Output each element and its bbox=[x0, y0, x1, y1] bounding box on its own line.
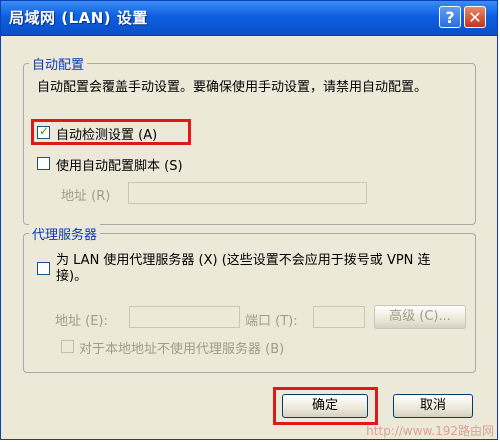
lan-settings-dialog: 局域网 (LAN) 设置 ? ✕ 自动配置 自动配置会覆盖手动设置。要确保使用手… bbox=[0, 0, 498, 440]
watermark-text: http://www.192路由网 bbox=[366, 424, 494, 438]
proxy-port-label: 端口 (T): bbox=[245, 314, 298, 329]
bypass-local-label[interactable]: 对于本地地址不使用代理服务器 (B) bbox=[79, 338, 284, 357]
ok-button[interactable]: 确定 bbox=[282, 394, 368, 418]
proxy-address-input[interactable] bbox=[129, 306, 240, 328]
cancel-button[interactable]: 取消 bbox=[393, 394, 473, 418]
help-icon: ? bbox=[445, 8, 455, 27]
title-bar[interactable]: 局域网 (LAN) 设置 ? ✕ bbox=[1, 1, 497, 36]
bypass-local-checkbox[interactable] bbox=[61, 340, 74, 353]
proxy-address-label: 地址 (E): bbox=[55, 314, 108, 329]
auto-script-label[interactable]: 使用自动配置脚本 (S) bbox=[56, 155, 183, 174]
auto-config-description: 自动配置会覆盖手动设置。要确保使用手动设置，请禁用自动配置。 bbox=[37, 80, 428, 95]
script-address-input[interactable] bbox=[128, 182, 367, 204]
use-proxy-checkbox[interactable] bbox=[37, 262, 50, 275]
window-title: 局域网 (LAN) 设置 bbox=[9, 9, 148, 27]
proxy-port-input[interactable] bbox=[313, 306, 365, 328]
auto-config-legend: 自动配置 bbox=[29, 54, 88, 73]
close-icon: ✕ bbox=[468, 8, 482, 27]
auto-detect-highlight bbox=[31, 119, 191, 145]
auto-script-checkbox[interactable] bbox=[37, 157, 50, 170]
use-proxy-label[interactable]: 为 LAN 使用代理服务器 (X) (这些设置不会应用于拨号或 VPN 连接)。 bbox=[56, 253, 451, 285]
advanced-button[interactable]: 高级 (C)... bbox=[374, 305, 466, 329]
close-button[interactable]: ✕ bbox=[464, 6, 486, 28]
help-button[interactable]: ? bbox=[439, 6, 461, 28]
script-address-label: 地址 (R) bbox=[61, 189, 111, 204]
proxy-legend: 代理服务器 bbox=[29, 224, 101, 243]
